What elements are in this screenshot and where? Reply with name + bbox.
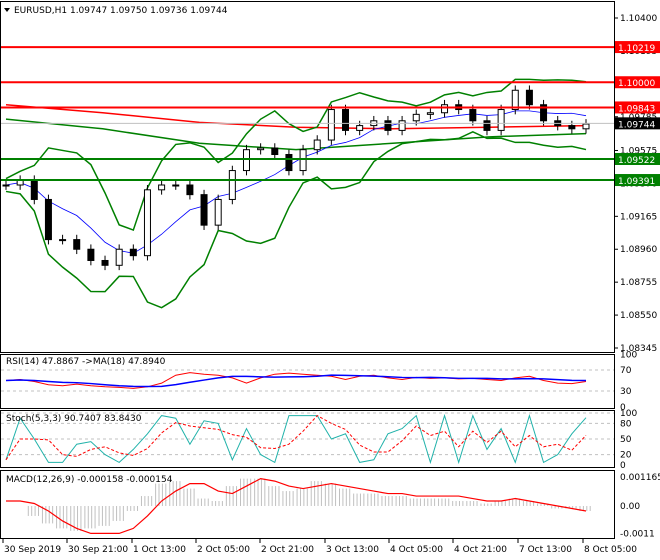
price-tick-label: 1.08960 <box>620 245 657 255</box>
candle-body <box>327 109 335 141</box>
candle-body <box>285 153 293 172</box>
axis-tick-label: 70 <box>620 366 632 376</box>
price-tick-label: 1.10400 <box>620 14 657 24</box>
candle-body <box>242 149 250 172</box>
rsi-label: RSI(14) 47.8867 ->MA(18) 47.8940 <box>6 357 166 367</box>
candle-body <box>313 139 321 151</box>
candle <box>214 194 222 230</box>
trading-chart[interactable]: 1.104001.101951.099851.097851.095751.093… <box>0 0 660 560</box>
candle-body <box>271 147 279 155</box>
axis-tick-label: -0.0011 <box>620 529 655 539</box>
candle <box>299 144 307 176</box>
candle-body <box>158 184 166 191</box>
time-tick-label: 8 Oct 05:00 <box>584 545 637 555</box>
candle <box>228 165 236 205</box>
candle-body <box>186 184 194 196</box>
time-tick-label: 30 Sep 2019 <box>4 545 61 555</box>
current-price-tag-label: 1.09744 <box>618 120 655 130</box>
time-tick-label: 30 Sep 21:00 <box>68 545 128 555</box>
candle-body <box>59 239 67 242</box>
candle <box>342 104 350 136</box>
axis-tick-label: 100 <box>620 409 637 419</box>
time-tick-label: 7 Oct 13:00 <box>519 545 572 555</box>
candle-body <box>356 125 364 131</box>
axis-tick-label: 0 <box>620 461 626 471</box>
price-tick-label: 1.08755 <box>620 278 657 288</box>
time-tick-label: 1 Oct 13:00 <box>133 545 186 555</box>
candle-body <box>73 239 81 250</box>
candle-body <box>299 149 307 172</box>
candle <box>497 104 505 136</box>
resistance-price-tag-label: 1.10000 <box>618 79 655 89</box>
candle <box>242 144 250 176</box>
candle-body <box>2 184 10 187</box>
candle-body <box>44 198 52 241</box>
candle-body <box>143 189 151 257</box>
candle-body <box>384 120 392 131</box>
candle-body <box>214 198 222 226</box>
candle-body <box>342 109 350 131</box>
candle-body <box>200 194 208 226</box>
axis-tick-label: 30 <box>620 387 632 397</box>
candle-body <box>582 123 590 130</box>
candle-body <box>441 104 449 114</box>
candle-body <box>525 89 533 106</box>
axis-tick-label: 50 <box>620 435 632 445</box>
candle-body <box>497 109 505 131</box>
candle-body <box>101 259 109 266</box>
pane-0 <box>0 1 615 353</box>
stoch-label: Stoch(5,3,3) 90.7407 83.8430 <box>6 414 142 424</box>
candle-body <box>172 184 180 187</box>
time-tick-label: 2 Oct 21:00 <box>261 545 314 555</box>
axis-tick-label: 0.00 <box>620 502 640 512</box>
candle-body <box>483 120 491 131</box>
candle <box>143 185 151 261</box>
candle-body <box>469 109 477 122</box>
candle-body <box>87 248 95 261</box>
candle-body <box>412 113 420 122</box>
axis-tick-label: 80 <box>620 419 632 429</box>
candle <box>327 104 335 145</box>
price-tick-label: 1.08550 <box>620 311 657 321</box>
axis-tick-label: 20 <box>620 451 632 461</box>
candle-body <box>398 120 406 131</box>
resistance-price-tag-label: 1.09843 <box>618 104 655 114</box>
time-tick-label: 4 Oct 21:00 <box>454 545 507 555</box>
candle <box>44 194 52 245</box>
time-tick-label: 3 Oct 13:00 <box>326 545 379 555</box>
price-tick-label: 1.09165 <box>620 212 657 222</box>
candle-body <box>115 248 123 266</box>
axis-tick-label: 100 <box>620 350 637 360</box>
resistance-price-tag-label: 1.10219 <box>618 44 655 54</box>
support-price-tag-label: 1.09522 <box>618 156 655 166</box>
candle-body <box>568 125 576 130</box>
candle-body <box>129 248 137 257</box>
candle-body <box>426 112 434 115</box>
candle-body <box>257 147 265 151</box>
time-tick-label: 4 Oct 05:00 <box>390 545 443 555</box>
chart-header-ohlc: EURUSD,H1 1.09747 1.09750 1.09736 1.0974… <box>14 6 228 16</box>
time-tick-label: 2 Oct 05:00 <box>197 545 250 555</box>
axis-tick-label: 0.001165 <box>620 473 660 483</box>
macd-label: MACD(12,26,9) -0.000158 -0.000154 <box>6 475 173 485</box>
candle <box>200 189 208 230</box>
candle-body <box>228 170 236 200</box>
candle-body <box>30 179 38 200</box>
candle <box>511 85 519 115</box>
support-price-tag-label: 1.09391 <box>618 177 655 187</box>
